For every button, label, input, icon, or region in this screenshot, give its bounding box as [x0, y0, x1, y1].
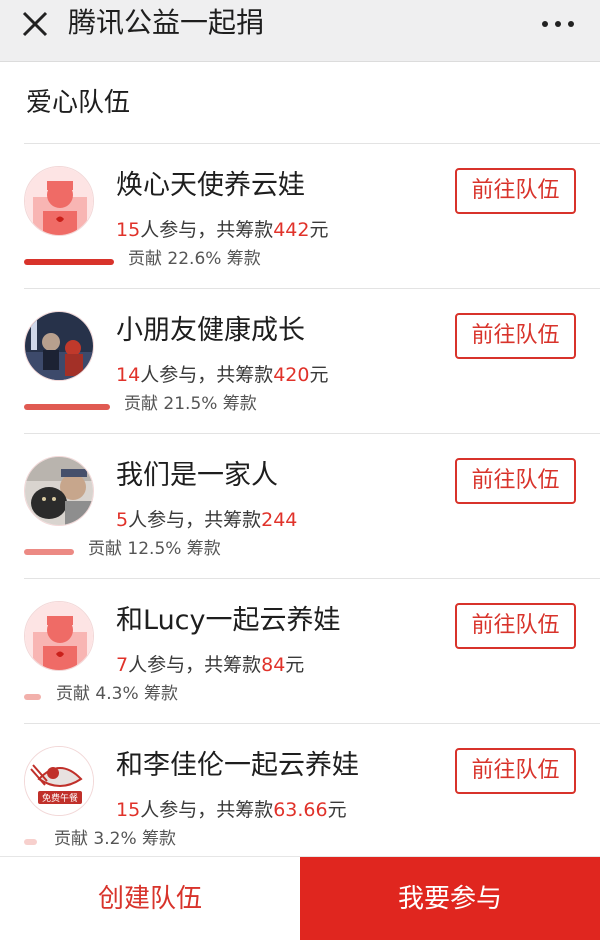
contribution-bar	[24, 694, 41, 700]
amount-unit: 元	[309, 364, 329, 386]
go-to-team-button[interactable]: 前往队伍	[455, 748, 576, 794]
participant-count: 15	[116, 799, 141, 821]
amount-unit: 元	[309, 219, 329, 241]
page-title: 腾讯公益一起捐	[68, 6, 265, 39]
top-bar: 腾讯公益一起捐	[0, 0, 600, 62]
stats-text: 人参与，共筹款	[140, 219, 274, 241]
amount-value: 420	[273, 364, 310, 386]
join-button[interactable]: 我要参与	[300, 857, 600, 940]
section-title: 爱心队伍	[26, 88, 131, 118]
default-avatar-icon	[24, 601, 94, 671]
stats-text: 人参与，共筹款	[128, 509, 262, 531]
contribution-text: 贡献 22.6% 筹款	[128, 249, 261, 269]
contribution-text: 贡献 3.2% 筹款	[54, 829, 176, 849]
go-to-team-button[interactable]: 前往队伍	[455, 313, 576, 359]
contribution-text: 贡献 21.5% 筹款	[124, 394, 257, 414]
team-name: 小朋友健康成长	[116, 315, 305, 346]
amount-value: 244	[261, 509, 298, 531]
team-row[interactable]: 和Lucy一起云养娃 7人参与，共筹款84元 贡献 4.3% 筹款 前往队伍	[0, 579, 600, 723]
amount-value: 84	[261, 654, 286, 676]
participant-count: 15	[116, 219, 141, 241]
team-stats: 15人参与，共筹款63.66元	[116, 796, 347, 824]
photo-avatar	[24, 456, 94, 526]
photo-avatar	[24, 311, 94, 381]
team-row[interactable]: 免费午餐 和李佳伦一起云养娃 15人参与，共筹款63.66元 贡献 3.2% 筹…	[0, 724, 600, 868]
default-avatar-icon	[24, 166, 94, 236]
contribution-text: 贡献 12.5% 筹款	[88, 539, 221, 559]
stats-text: 人参与，共筹款	[128, 654, 262, 676]
close-icon[interactable]	[18, 7, 52, 41]
contribution-bar	[24, 259, 114, 265]
contribution-bar	[24, 839, 37, 845]
go-to-team-button[interactable]: 前往队伍	[455, 603, 576, 649]
team-name: 我们是一家人	[116, 460, 278, 491]
team-row[interactable]: 焕心天使养云娃 15人参与，共筹款442元 贡献 22.6% 筹款 前往队伍	[0, 144, 600, 288]
participant-count: 14	[116, 364, 141, 386]
team-row[interactable]: 我们是一家人 5人参与，共筹款244 贡献 12.5% 筹款 前往队伍	[0, 434, 600, 578]
team-stats: 5人参与，共筹款244	[116, 506, 297, 534]
team-row[interactable]: 小朋友健康成长 14人参与，共筹款420元 贡献 21.5% 筹款 前往队伍	[0, 289, 600, 433]
contribution-bar	[24, 404, 110, 410]
go-to-team-button[interactable]: 前往队伍	[455, 168, 576, 214]
participant-count: 7	[116, 654, 129, 676]
amount-value: 63.66	[273, 799, 328, 821]
stats-text: 人参与，共筹款	[140, 799, 274, 821]
free-lunch-logo: 免费午餐	[24, 746, 94, 816]
participant-count: 5	[116, 509, 129, 531]
go-to-team-button[interactable]: 前往队伍	[455, 458, 576, 504]
amount-value: 442	[273, 219, 310, 241]
amount-unit: 元	[285, 654, 305, 676]
contribution-bar	[24, 549, 74, 555]
more-icon[interactable]	[536, 12, 580, 36]
logo-text: 免费午餐	[42, 792, 78, 804]
team-name: 焕心天使养云娃	[116, 170, 305, 201]
team-name: 和Lucy一起云养娃	[116, 605, 341, 636]
amount-unit: 元	[327, 799, 347, 821]
team-name: 和李佳伦一起云养娃	[116, 750, 359, 781]
bottom-action-bar: 创建队伍 我要参与	[0, 856, 600, 940]
create-team-button[interactable]: 创建队伍	[0, 857, 300, 940]
team-stats: 15人参与，共筹款442元	[116, 216, 328, 244]
team-stats: 14人参与，共筹款420元	[116, 361, 328, 389]
stats-text: 人参与，共筹款	[140, 364, 274, 386]
contribution-text: 贡献 4.3% 筹款	[56, 684, 178, 704]
team-stats: 7人参与，共筹款84元	[116, 651, 304, 679]
